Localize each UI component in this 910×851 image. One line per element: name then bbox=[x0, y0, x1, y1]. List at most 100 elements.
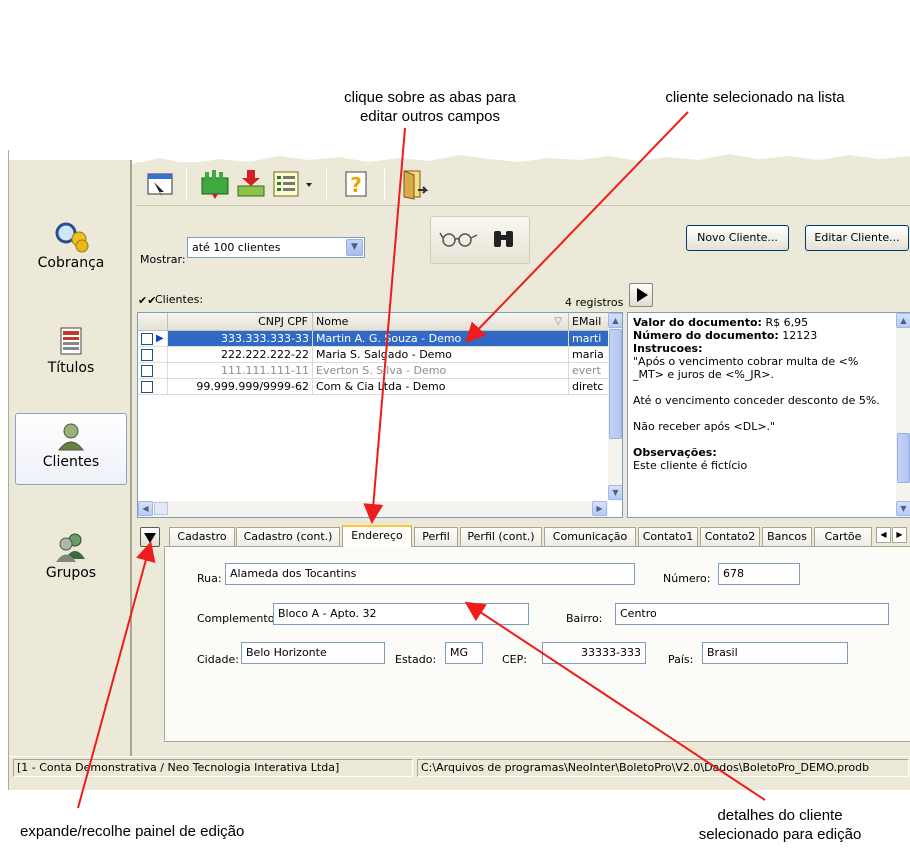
client-icon bbox=[57, 423, 85, 451]
cep-field[interactable]: 33333-333 bbox=[542, 642, 646, 664]
scroll-thumb[interactable] bbox=[897, 433, 910, 483]
cell-email: evert bbox=[569, 363, 609, 379]
import-button[interactable] bbox=[234, 168, 268, 200]
new-client-button[interactable]: Novo Cliente... bbox=[686, 225, 789, 251]
tab-bancos[interactable]: Bancos bbox=[762, 527, 812, 546]
filter-funnel-icon[interactable]: ▽ bbox=[554, 313, 562, 330]
tab-perfil-cont[interactable]: Perfil (cont.) bbox=[460, 527, 542, 546]
scroll-left-icon[interactable]: ◀ bbox=[138, 501, 153, 516]
exit-button[interactable] bbox=[396, 168, 430, 200]
table-row[interactable]: 99.999.999/9999-62 Com & Cia Ltda - Demo… bbox=[138, 379, 609, 395]
grid-header-indicator bbox=[138, 313, 168, 331]
grid-header-nome[interactable]: Nome ▽ bbox=[313, 313, 569, 331]
rua-label: Rua: bbox=[197, 572, 222, 585]
tab-cadastro[interactable]: Cadastro bbox=[169, 527, 235, 546]
sidebar-item-label: Títulos bbox=[47, 360, 95, 376]
grid-vertical-scrollbar[interactable]: ▲ ▼ bbox=[608, 313, 622, 501]
tab-comunicacao[interactable]: Comunicação bbox=[544, 527, 636, 546]
binoculars-icon[interactable] bbox=[489, 225, 519, 255]
row-checkbox[interactable] bbox=[141, 381, 153, 393]
row-checkbox[interactable] bbox=[141, 349, 153, 361]
scroll-up-icon[interactable]: ▲ bbox=[896, 313, 910, 328]
help-button[interactable]: ? bbox=[340, 168, 374, 200]
status-bar: [1 - Conta Demonstrativa / Neo Tecnologi… bbox=[9, 756, 910, 778]
scroll-down-icon[interactable]: ▼ bbox=[608, 485, 622, 500]
list-icon bbox=[273, 171, 299, 197]
details-memo[interactable]: Valor do documento: R$ 6,95 Número do do… bbox=[627, 312, 910, 518]
sidebar-item-clientes[interactable]: Clientes bbox=[15, 413, 127, 485]
scroll-thumb[interactable] bbox=[154, 502, 168, 515]
tab-perfil[interactable]: Perfil bbox=[414, 527, 458, 546]
sidebar-item-label: Cobrança bbox=[37, 255, 105, 271]
list-button[interactable] bbox=[270, 168, 304, 200]
bank-button[interactable] bbox=[198, 168, 232, 200]
table-row[interactable]: 222.222.222-22 Maria S. Salgado - Demo m… bbox=[138, 347, 609, 363]
sidebar-item-grupos[interactable]: Grupos bbox=[15, 525, 127, 597]
play-button[interactable] bbox=[629, 283, 653, 307]
edit-client-button[interactable]: Editar Cliente... bbox=[805, 225, 909, 251]
annotation-tabs-hint-line2: editar outros campos bbox=[359, 108, 501, 125]
search-window-icon bbox=[147, 173, 173, 197]
memo-obs: Este cliente é fictício bbox=[633, 459, 748, 472]
cell-cnpj: 99.999.999/9999-62 bbox=[168, 379, 313, 395]
tab-contato2[interactable]: Contato2 bbox=[700, 527, 760, 546]
tab-contato1[interactable]: Contato1 bbox=[638, 527, 698, 546]
app-window: Cobrança Títulos Clientes Grupos ? Mostr… bbox=[8, 150, 910, 790]
scroll-up-icon[interactable]: ▲ bbox=[608, 313, 622, 328]
filter-select[interactable]: até 100 clientes ▼ bbox=[187, 237, 365, 258]
table-row[interactable]: ▶ 333.333.333-33 Martin A. G. Souza - De… bbox=[138, 331, 609, 347]
grid-horizontal-scrollbar[interactable]: ◀ ▶ bbox=[138, 501, 608, 517]
cidade-label: Cidade: bbox=[197, 653, 239, 666]
address-form-panel: Rua: Alameda dos Tocantins Número: 678 C… bbox=[164, 546, 910, 742]
new-client-label: Novo Cliente... bbox=[697, 231, 778, 244]
list-dropdown-button[interactable] bbox=[302, 168, 316, 200]
glasses-icon[interactable] bbox=[439, 225, 485, 255]
tab-endereco[interactable]: Endereço bbox=[342, 525, 412, 547]
memo-instr-1: "Após o vencimento cobrar multa de <% bbox=[633, 355, 859, 368]
search-window-button[interactable] bbox=[144, 168, 178, 200]
tab-scroll-right-icon[interactable]: ▶ bbox=[892, 527, 907, 543]
help-icon: ? bbox=[345, 171, 367, 197]
numero-field[interactable]: 678 bbox=[718, 563, 800, 585]
scroll-thumb[interactable] bbox=[609, 329, 622, 439]
grid-header-email[interactable]: EMail bbox=[569, 313, 609, 331]
clients-grid: CNPJ CPF Nome ▽ EMail ▶ 333.333.333-33 M… bbox=[137, 312, 623, 518]
import-icon bbox=[237, 170, 265, 197]
expand-collapse-button[interactable] bbox=[140, 527, 160, 547]
current-row-icon: ▶ bbox=[156, 333, 164, 344]
pais-label: País: bbox=[668, 653, 694, 666]
table-row[interactable]: 111.111.111-11 Everton S. Silva - Demo e… bbox=[138, 363, 609, 379]
status-account: [1 - Conta Demonstrativa / Neo Tecnologi… bbox=[13, 759, 413, 777]
tab-cadastro-cont[interactable]: Cadastro (cont.) bbox=[236, 527, 340, 546]
sidebar-item-titulos[interactable]: Títulos bbox=[15, 320, 127, 392]
cidade-field[interactable]: Belo Horizonte bbox=[241, 642, 385, 664]
tab-cartoes[interactable]: Cartõe bbox=[814, 527, 872, 546]
cell-nome: Everton S. Silva - Demo bbox=[313, 363, 569, 379]
tab-scroll-left-icon[interactable]: ◀ bbox=[876, 527, 891, 543]
memo-instr-2: _MT> e juros de <%_JR>. bbox=[633, 368, 774, 381]
memo-valor-label: Valor do documento: bbox=[633, 316, 762, 329]
memo-vertical-scrollbar[interactable]: ▲ ▼ bbox=[896, 313, 910, 517]
bairro-field[interactable]: Centro bbox=[615, 603, 889, 625]
tab-scroll-buttons: ◀ ▶ bbox=[876, 527, 908, 543]
memo-instr-3: Até o vencimento conceder desconto de 5%… bbox=[633, 394, 880, 407]
chevron-down-icon bbox=[306, 183, 312, 187]
scroll-right-icon[interactable]: ▶ bbox=[592, 501, 607, 516]
cell-email: marti bbox=[569, 331, 609, 347]
filter-label: Mostrar: bbox=[140, 253, 186, 266]
row-checkbox[interactable] bbox=[141, 333, 153, 345]
rua-field[interactable]: Alameda dos Tocantins bbox=[225, 563, 635, 585]
cell-cnpj: 111.111.111-11 bbox=[168, 363, 313, 379]
memo-instr-4: Não receber após <DL>." bbox=[633, 420, 776, 433]
pais-field[interactable]: Brasil bbox=[702, 642, 848, 664]
sidebar-item-cobranca[interactable]: Cobrança bbox=[15, 215, 127, 287]
row-checkbox[interactable] bbox=[141, 365, 153, 377]
grid-header-cnpj[interactable]: CNPJ CPF bbox=[168, 313, 313, 331]
chevron-down-icon[interactable]: ▼ bbox=[346, 239, 363, 256]
filter-value: até 100 clientes bbox=[192, 241, 281, 254]
scroll-down-icon[interactable]: ▼ bbox=[896, 501, 910, 516]
estado-field[interactable]: MG bbox=[445, 642, 483, 664]
memo-valor: R$ 6,95 bbox=[765, 316, 809, 329]
triangle-down-icon bbox=[144, 533, 156, 543]
complemento-field[interactable]: Bloco A - Apto. 32 bbox=[273, 603, 529, 625]
